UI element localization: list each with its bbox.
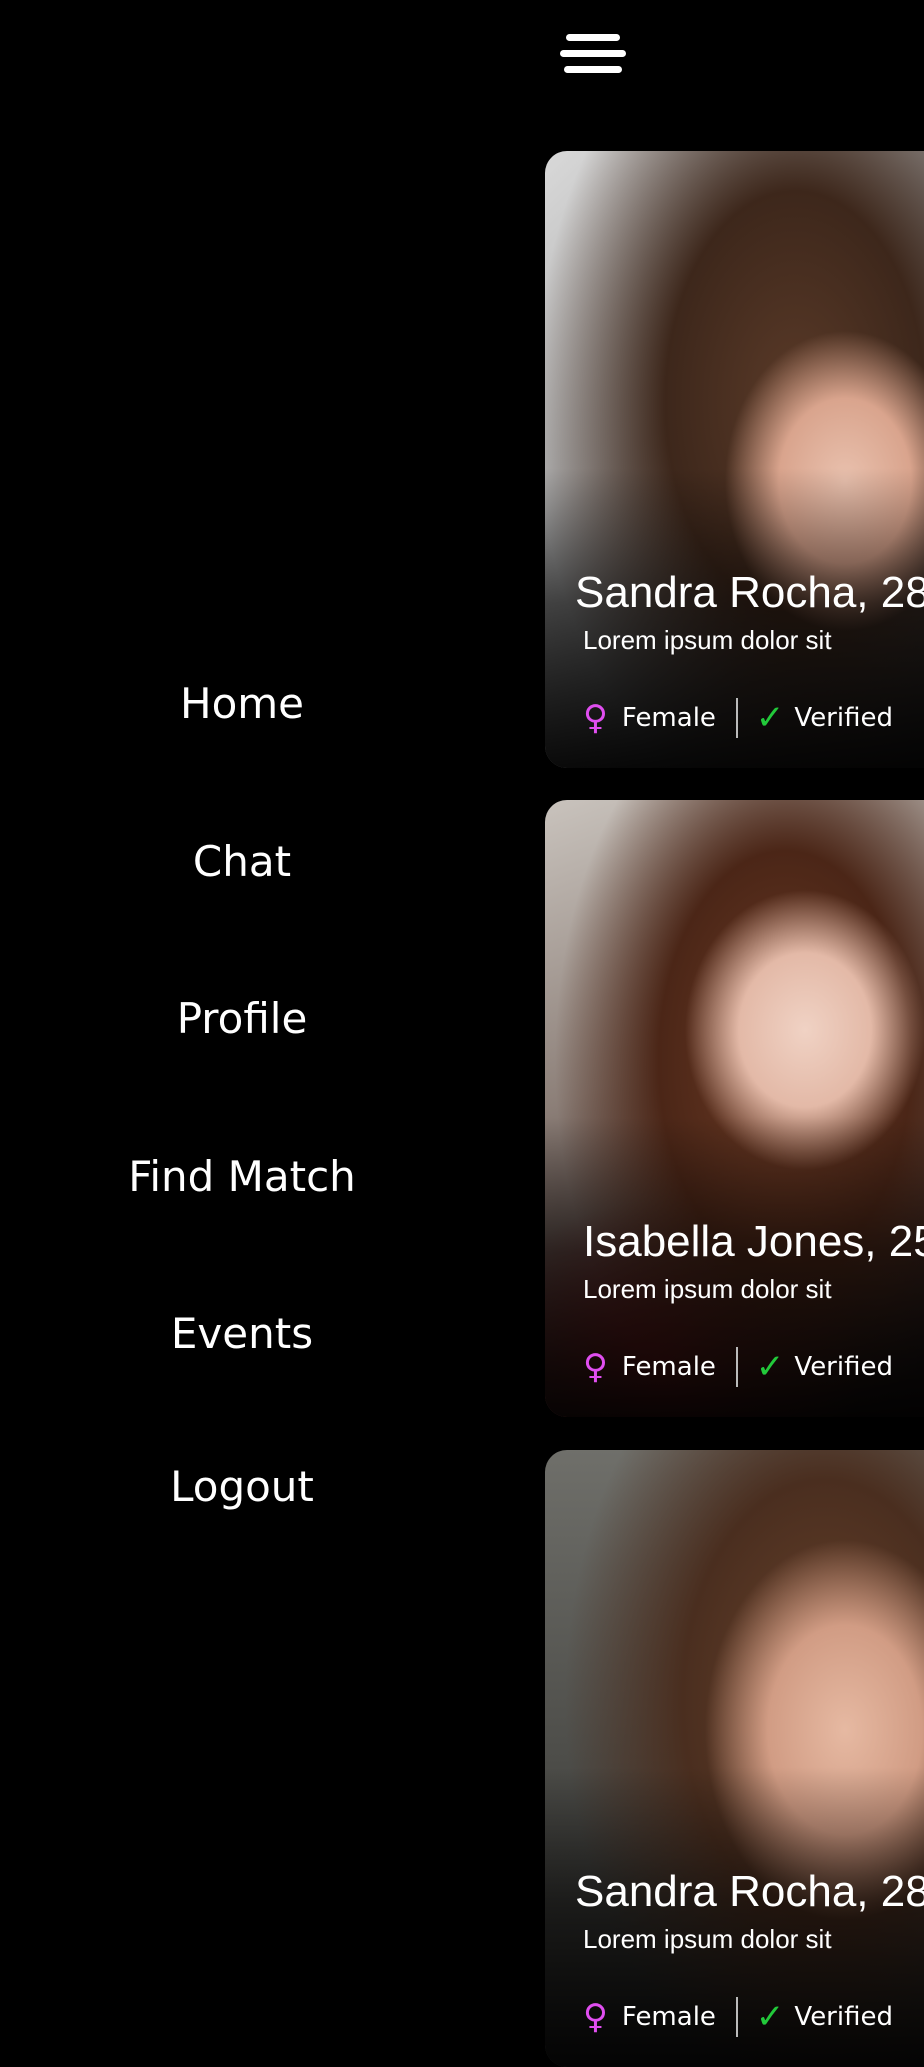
hamburger-menu-icon[interactable] — [560, 26, 630, 80]
profile-card[interactable]: Isabella Jones, 25 Lorem ipsum dolor sit… — [545, 800, 924, 1417]
profile-meta: ♀ Female ✓ Verified — [583, 1995, 893, 2039]
profile-meta: ♀ Female ✓ Verified — [583, 1345, 893, 1389]
divider — [735, 1347, 738, 1387]
divider — [735, 1997, 738, 2037]
gender-label: Female — [621, 2002, 716, 2032]
nav-item-find-match[interactable]: Find Match — [0, 1153, 484, 1201]
check-mark-icon: ✓ — [755, 1997, 785, 2037]
check-mark-icon: ✓ — [755, 1347, 785, 1387]
nav-item-events[interactable]: Events — [0, 1310, 484, 1358]
menu-bar-middle — [560, 49, 626, 57]
nav-item-profile[interactable]: Profile — [0, 995, 484, 1043]
check-mark-icon: ✓ — [755, 698, 785, 738]
nav-item-chat[interactable]: Chat — [0, 838, 484, 886]
profile-card[interactable]: Sandra Rocha, 28 Lorem ipsum dolor sit ♀… — [545, 1450, 924, 2067]
nav-item-home[interactable]: Home — [0, 680, 484, 728]
menu-bar-bottom — [564, 65, 622, 73]
gender-label: Female — [621, 1352, 716, 1382]
profile-tagline: Lorem ipsum dolor sit — [583, 1924, 832, 1954]
nav-item-logout[interactable]: Logout — [0, 1463, 484, 1511]
profile-name: Isabella Jones, 25 — [583, 1217, 924, 1266]
female-symbol-icon: ♀ — [583, 1347, 608, 1387]
profile-name: Sandra Rocha, 28 — [575, 568, 924, 617]
divider — [735, 698, 738, 738]
profile-meta: ♀ Female ✓ Verified — [583, 696, 893, 740]
female-symbol-icon: ♀ — [583, 698, 608, 738]
menu-bar-top — [566, 33, 620, 41]
profile-tagline: Lorem ipsum dolor sit — [583, 625, 832, 655]
gender-label: Female — [621, 703, 716, 733]
profile-tagline: Lorem ipsum dolor sit — [583, 1274, 832, 1304]
verified-label: Verified — [794, 703, 893, 733]
female-symbol-icon: ♀ — [583, 1997, 608, 2037]
verified-label: Verified — [794, 1352, 893, 1382]
profile-name: Sandra Rocha, 28 — [575, 1867, 924, 1916]
verified-label: Verified — [794, 2002, 893, 2032]
profile-card[interactable]: Sandra Rocha, 28 Lorem ipsum dolor sit ♀… — [545, 151, 924, 768]
